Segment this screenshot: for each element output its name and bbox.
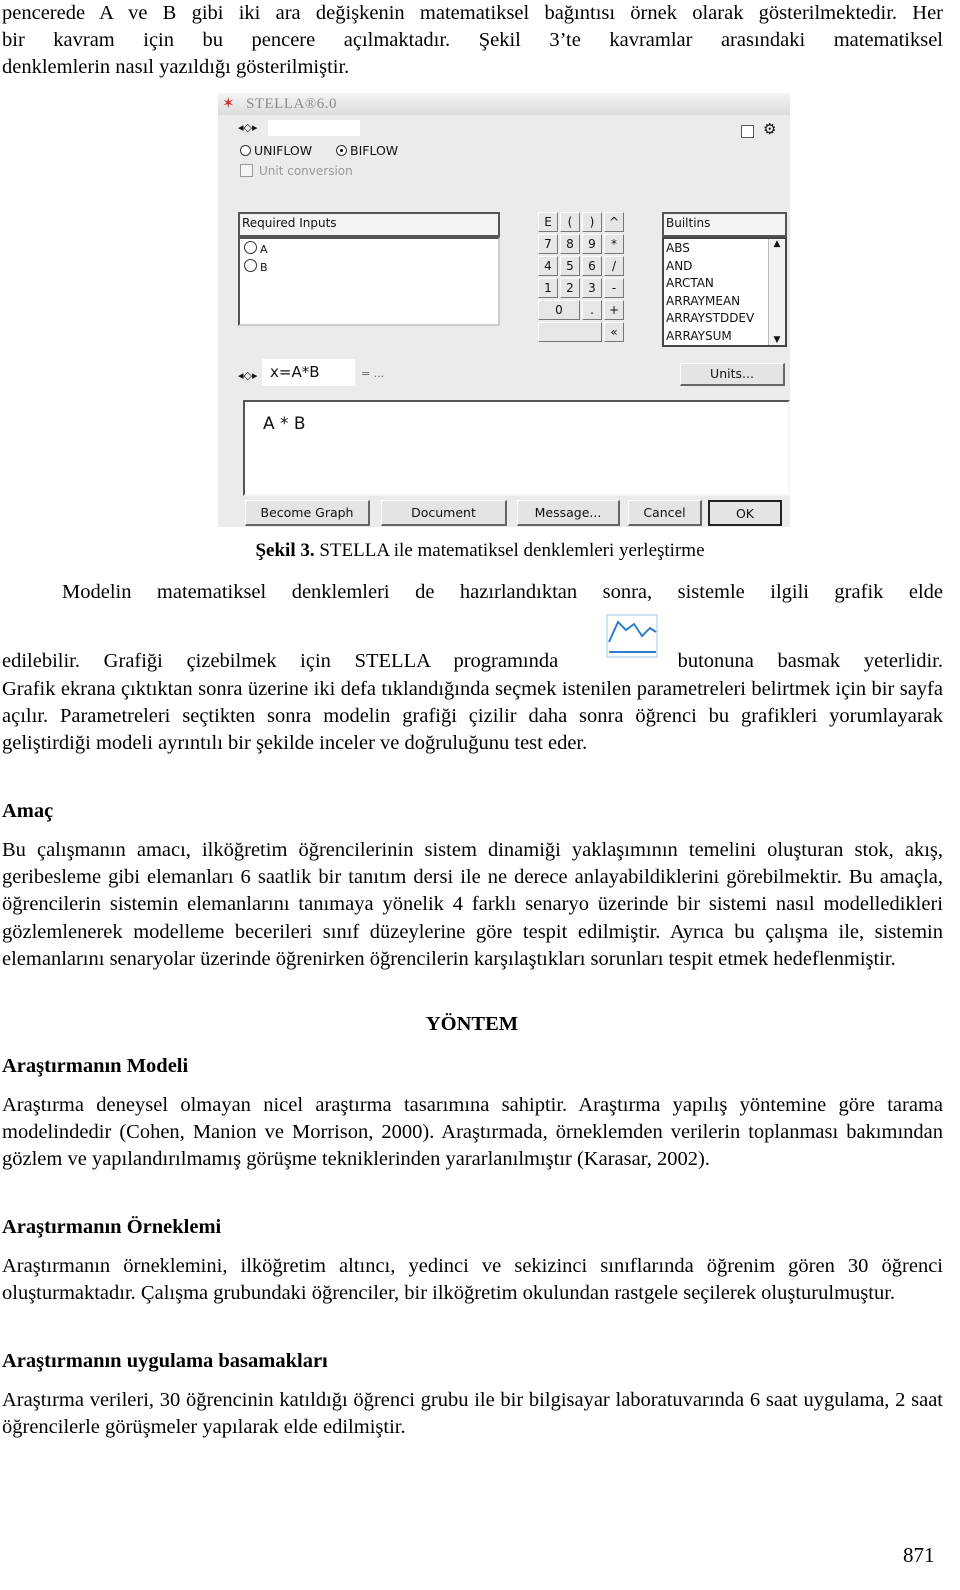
units-button[interactable]: Units... bbox=[680, 363, 785, 386]
builtin-item[interactable]: AND bbox=[666, 258, 783, 276]
keypad-key[interactable]: 5 bbox=[560, 256, 580, 276]
section-heading: Araştırmanın Modeli bbox=[2, 1055, 189, 1077]
keypad-key[interactable]: « bbox=[604, 322, 624, 342]
intro-line: denklemlerin nasıl yazıldığı gösterilmiş… bbox=[2, 56, 350, 78]
section-title: YÖNTEM bbox=[425, 1013, 519, 1035]
builtin-item[interactable]: ABS bbox=[666, 240, 783, 258]
window-title: STELLA®6.0 bbox=[246, 96, 337, 112]
keypad-key[interactable]: 0 bbox=[538, 300, 580, 320]
radio-biflow[interactable]: BIFLOW bbox=[336, 143, 398, 158]
keypad-key[interactable]: 9 bbox=[582, 234, 602, 254]
paragraph: Araştırma deneysel olmayan nicel araştır… bbox=[2, 1094, 943, 1171]
name-field-blank bbox=[268, 120, 360, 136]
graph-button-icon bbox=[606, 614, 658, 658]
stella-equation-dialog-figure: ✶ STELLA®6.0 ◂◇▸ ⚙ UNIFLOW BIFLOW Unit c… bbox=[218, 93, 790, 527]
figure-caption: Şekil 3. STELLA ile matematiksel denklem… bbox=[0, 540, 960, 562]
keypad-key[interactable]: ( bbox=[560, 212, 580, 232]
keypad-key[interactable]: - bbox=[604, 278, 624, 298]
keypad-key[interactable]: 3 bbox=[582, 278, 602, 298]
builtins-header: Builtins bbox=[662, 212, 787, 238]
input-item-a[interactable]: A bbox=[244, 241, 494, 259]
keypad-key[interactable]: ^ bbox=[604, 212, 624, 232]
paragraph-line: edilebilir. Grafiği çizebilmek için STEL… bbox=[2, 648, 943, 675]
cancel-button[interactable]: Cancel bbox=[628, 500, 702, 526]
required-inputs-header: Required Inputs bbox=[238, 212, 500, 238]
keypad-key[interactable]: + bbox=[604, 300, 624, 320]
builtin-item[interactable]: ARCTAN bbox=[666, 275, 783, 293]
message-button[interactable]: Message... bbox=[517, 500, 620, 526]
caption-label: Şekil 3. bbox=[255, 540, 315, 561]
keypad-key[interactable]: . bbox=[582, 300, 602, 320]
builtin-item[interactable]: ARRAYMEAN bbox=[666, 293, 783, 311]
input-item-b[interactable]: B bbox=[244, 259, 494, 277]
builtins-list[interactable]: ABS AND ARCTAN ARRAYMEAN ARRAYSTDDEV ARRAYSUM… bbox=[662, 237, 787, 347]
keypad-key[interactable]: 2 bbox=[560, 278, 580, 298]
become-graph-button[interactable]: Become Graph bbox=[245, 500, 370, 526]
text-segment: edilebilir. Grafiği çizebilmek için STEL… bbox=[2, 650, 559, 672]
paragraph: Araştırma verileri, 30 öğrencinin katıld… bbox=[2, 1389, 943, 1439]
keypad-key[interactable]: E bbox=[538, 212, 558, 232]
page-number: 871 bbox=[903, 1543, 935, 1567]
keypad-key[interactable]: / bbox=[604, 256, 624, 276]
checkbox[interactable] bbox=[741, 125, 754, 138]
paragraph-line: Modelin matematiksel denklemleri de hazı… bbox=[62, 581, 943, 603]
arrows-icon: ◂◇▸ bbox=[238, 369, 258, 382]
required-inputs-list[interactable]: A B bbox=[238, 237, 500, 326]
equation-text: A * B bbox=[263, 414, 306, 434]
paragraph: Araştırmanın örneklemini, ilköğretim alt… bbox=[2, 1255, 943, 1305]
keypad-key[interactable]: 7 bbox=[538, 234, 558, 254]
ok-button[interactable]: OK bbox=[708, 500, 782, 526]
title-bar: ✶ STELLA®6.0 bbox=[218, 93, 790, 115]
keypad-key[interactable]: 1 bbox=[538, 278, 558, 298]
unit-conversion-checkbox[interactable]: Unit conversion bbox=[240, 164, 353, 178]
caption-text: STELLA ile matematiksel denklemleri yerl… bbox=[314, 540, 705, 561]
scrollbar[interactable]: ▲ ▼ bbox=[768, 239, 785, 345]
scroll-up-icon[interactable]: ▲ bbox=[769, 239, 785, 249]
variable-name-field[interactable]: x=A*B bbox=[262, 359, 355, 386]
document-button[interactable]: Document bbox=[381, 500, 507, 526]
stella-logo-icon: ✶ bbox=[222, 94, 235, 112]
gear-icon[interactable]: ⚙ bbox=[763, 120, 776, 138]
keypad-key[interactable]: ) bbox=[582, 212, 602, 232]
keypad-key[interactable] bbox=[538, 322, 602, 342]
keypad-key[interactable]: 6 bbox=[582, 256, 602, 276]
keypad-key[interactable]: * bbox=[604, 234, 624, 254]
scroll-down-icon[interactable]: ▼ bbox=[769, 335, 785, 345]
paragraph: Grafik ekrana çıktıktan sonra üzerine ik… bbox=[2, 678, 943, 755]
paragraph: Bu çalışmanın amacı, ilköğretim öğrencil… bbox=[2, 839, 943, 970]
section-heading: Araştırmanın uygulama basamakları bbox=[2, 1350, 328, 1372]
keypad-key[interactable]: 8 bbox=[560, 234, 580, 254]
radio-uniflow[interactable]: UNIFLOW bbox=[240, 143, 312, 158]
intro-line: bir kavram için bu pencere açılmaktadır.… bbox=[2, 29, 943, 51]
section-heading: Araştırmanın Örneklemi bbox=[2, 1216, 222, 1238]
builtin-item[interactable]: ARRAYSUM bbox=[666, 328, 783, 346]
builtin-item[interactable]: ARRAYSTDDEV bbox=[666, 310, 783, 328]
keypad-key[interactable]: 4 bbox=[538, 256, 558, 276]
text-segment: butonuna basmak yeterlidir. bbox=[677, 650, 943, 672]
equation-field[interactable]: A * B bbox=[243, 400, 790, 496]
arrows-icon: ◂◇▸ bbox=[238, 121, 258, 134]
intro-line: pencerede A ve B gibi iki ara değişkenin… bbox=[2, 2, 943, 24]
section-heading: Amaç bbox=[2, 800, 54, 822]
equals-text: = ... bbox=[361, 367, 385, 380]
